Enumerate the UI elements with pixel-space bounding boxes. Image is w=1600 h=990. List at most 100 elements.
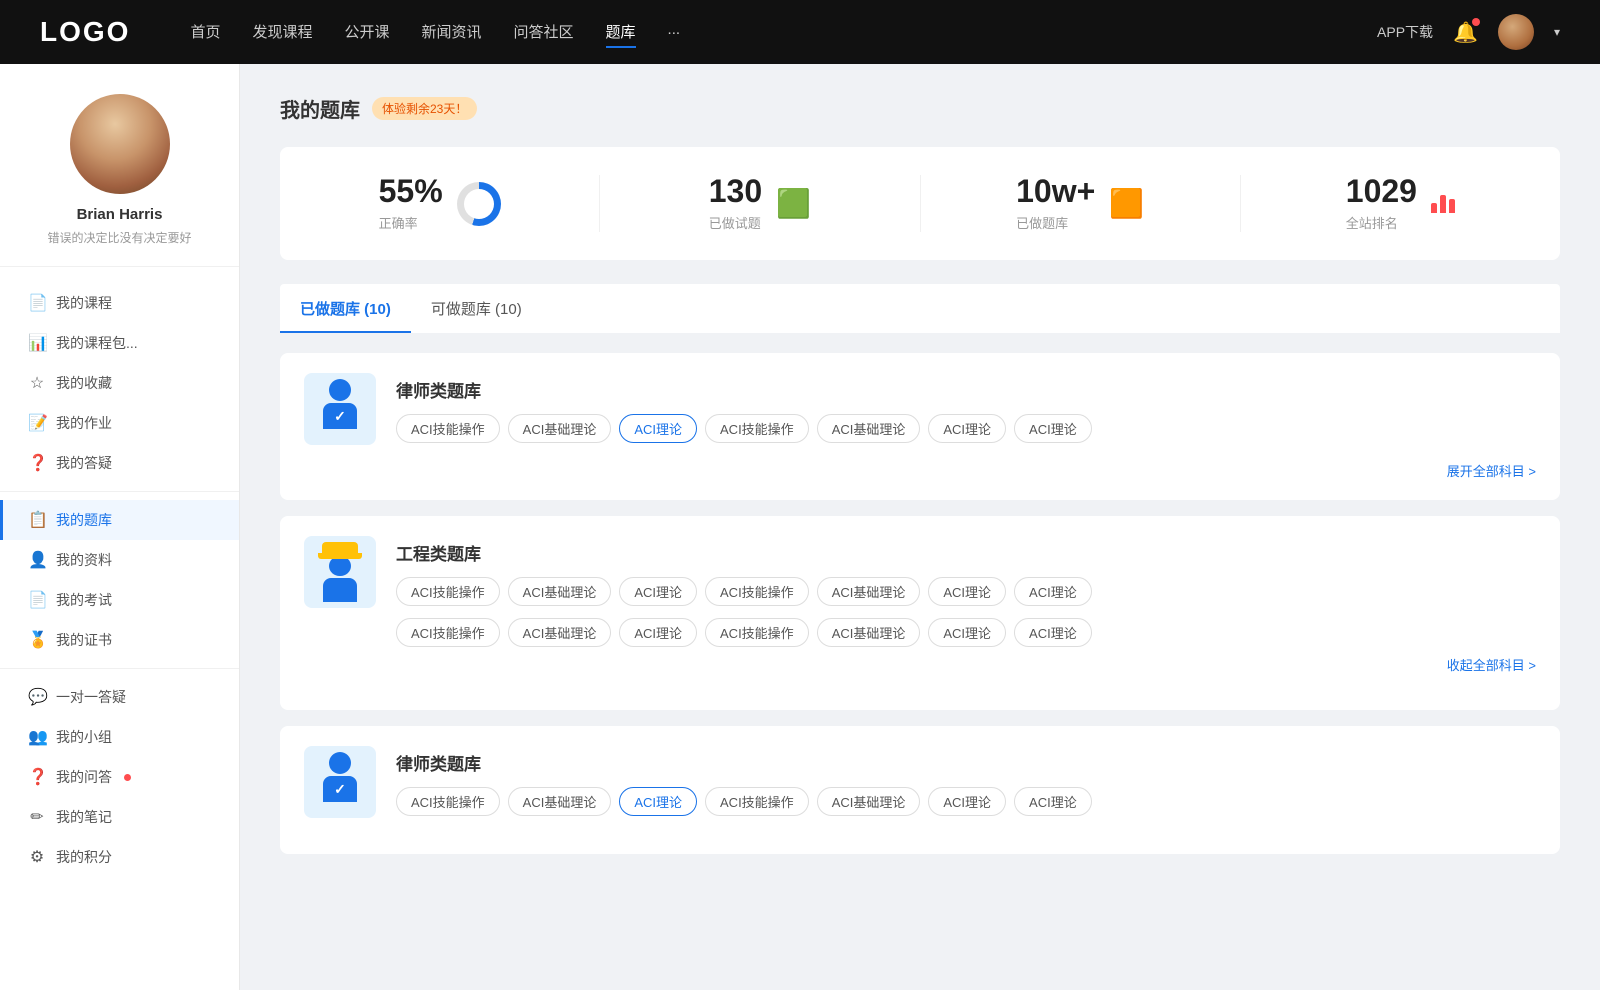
sidebar-item-group[interactable]: 👥 我的小组 — [0, 717, 239, 757]
notification-dot — [1472, 18, 1480, 26]
tag-e-6[interactable]: ACI理论 — [1014, 577, 1092, 606]
tag-e-11[interactable]: ACI基础理论 — [817, 618, 921, 647]
sidebar-item-label: 我的问答 — [56, 767, 112, 787]
nav-right: APP下载 🔔 ▾ — [1377, 14, 1560, 50]
sidebar-item-my-qa[interactable]: ❓ 我的问答 — [0, 757, 239, 797]
questions-icon: ❓ — [28, 453, 46, 473]
tag-e-7[interactable]: ACI技能操作 — [396, 618, 500, 647]
tag-e-5[interactable]: ACI理论 — [928, 577, 1006, 606]
tab-available[interactable]: 可做题库 (10) — [411, 284, 542, 333]
sidebar-item-label: 我的题库 — [56, 510, 112, 530]
qbank-card-2-icon — [304, 536, 376, 608]
sidebar-item-questions[interactable]: ❓ 我的答疑 — [0, 443, 239, 483]
qbank-card-1-title: 律师类题库 — [396, 373, 1092, 402]
tag-3-3[interactable]: ACI技能操作 — [705, 787, 809, 816]
tag-2-active[interactable]: ACI理论 — [619, 414, 697, 443]
chevron-down-icon[interactable]: ▾ — [1554, 25, 1560, 39]
tag-e-9[interactable]: ACI理论 — [619, 618, 697, 647]
sidebar-item-exam[interactable]: 📄 我的考试 — [0, 580, 239, 620]
engineer-hat-icon — [322, 542, 358, 555]
qbank-card-1-info: 律师类题库 ACI技能操作 ACI基础理论 ACI理论 ACI技能操作 ACI基… — [396, 373, 1092, 443]
notification-bell[interactable]: 🔔 — [1453, 20, 1478, 45]
qbank-card-2-info: 工程类题库 ACI技能操作 ACI基础理论 ACI理论 ACI技能操作 ACI基… — [396, 536, 1536, 674]
bar-3 — [1449, 199, 1455, 213]
qbank-card-2-header: 工程类题库 ACI技能操作 ACI基础理论 ACI理论 ACI技能操作 ACI基… — [304, 536, 1536, 674]
tag-e-2[interactable]: ACI理论 — [619, 577, 697, 606]
tag-5[interactable]: ACI理论 — [928, 414, 1006, 443]
tag-e-3[interactable]: ACI技能操作 — [705, 577, 809, 606]
sidebar-item-notes[interactable]: ✏ 我的笔记 — [0, 797, 239, 837]
nav-item-open[interactable]: 公开课 — [344, 17, 389, 48]
app-download-btn[interactable]: APP下载 — [1377, 22, 1433, 42]
tag-e-10[interactable]: ACI技能操作 — [705, 618, 809, 647]
profile-motto: 错误的决定比没有决定要好 — [47, 229, 191, 246]
tag-e-13[interactable]: ACI理论 — [1014, 618, 1092, 647]
tag-3-1[interactable]: ACI基础理论 — [508, 787, 612, 816]
divider-1 — [0, 491, 239, 492]
nav-item-news[interactable]: 新闻资讯 — [422, 17, 482, 48]
tag-3-4[interactable]: ACI基础理论 — [817, 787, 921, 816]
group-icon: 👥 — [28, 727, 46, 747]
tag-3-5[interactable]: ACI理论 — [928, 787, 1006, 816]
sidebar-item-homework[interactable]: 📝 我的作业 — [0, 403, 239, 443]
sidebar-item-label: 我的笔记 — [56, 807, 112, 827]
lawyer-check-icon: ✓ — [334, 408, 346, 425]
qbank-card-3: ✓ 律师类题库 ACI技能操作 ACI基础理论 ACI理论 ACI技能操作 AC… — [280, 726, 1560, 854]
sidebar: Brian Harris 错误的决定比没有决定要好 📄 我的课程 📊 我的课程包… — [0, 64, 240, 990]
sidebar-item-label: 我的资料 — [56, 550, 112, 570]
sidebar-item-qbank[interactable]: 📋 我的题库 — [0, 500, 239, 540]
nav-item-home[interactable]: 首页 — [190, 17, 220, 48]
tag-e-0[interactable]: ACI技能操作 — [396, 577, 500, 606]
sidebar-item-points[interactable]: ⚙ 我的积分 — [0, 837, 239, 877]
stat-label-questions: 已做试题 — [709, 213, 762, 232]
sidebar-item-profile[interactable]: 👤 我的资料 — [0, 540, 239, 580]
tag-3-2-active[interactable]: ACI理论 — [619, 787, 697, 816]
tag-e-1[interactable]: ACI基础理论 — [508, 577, 612, 606]
user-avatar[interactable] — [1498, 14, 1534, 50]
1on1-icon: 💬 — [28, 687, 46, 707]
courses-icon: 📄 — [28, 293, 46, 313]
lawyer2-icon: ✓ — [312, 752, 368, 812]
logo[interactable]: LOGO — [40, 16, 130, 48]
sidebar-item-label: 我的积分 — [56, 847, 112, 867]
tag-e-8[interactable]: ACI基础理论 — [508, 618, 612, 647]
qbank-card-2-title: 工程类题库 — [396, 536, 1536, 565]
engineer-icon-body — [323, 578, 357, 602]
stat-value-banks: 10w+ — [1016, 175, 1095, 207]
sidebar-item-1on1[interactable]: 💬 一对一答疑 — [0, 677, 239, 717]
stats-card: 55% 正确率 130 已做试题 🟩 10w+ 已做题库 🟧 — [280, 147, 1560, 260]
bars-container — [1431, 195, 1455, 213]
sidebar-item-favorites[interactable]: ☆ 我的收藏 — [0, 363, 239, 403]
sidebar-item-courses[interactable]: 📄 我的课程 — [0, 283, 239, 323]
qbank-card-1-expand[interactable]: 展开全部科目 > — [304, 461, 1536, 480]
tag-1[interactable]: ACI基础理论 — [508, 414, 612, 443]
sidebar-item-label: 我的考试 — [56, 590, 112, 610]
tag-e-4[interactable]: ACI基础理论 — [817, 577, 921, 606]
tag-3[interactable]: ACI技能操作 — [705, 414, 809, 443]
lawyer2-icon-head — [329, 752, 351, 774]
tag-0[interactable]: ACI技能操作 — [396, 414, 500, 443]
sidebar-item-certificate[interactable]: 🏅 我的证书 — [0, 620, 239, 660]
profile-avatar — [70, 94, 170, 194]
qbank-card-3-icon: ✓ — [304, 746, 376, 818]
tag-e-12[interactable]: ACI理论 — [928, 618, 1006, 647]
tag-4[interactable]: ACI基础理论 — [817, 414, 921, 443]
qbank-card-2-collapse[interactable]: 收起全部科目 > — [396, 655, 1536, 674]
lawyer-icon-head — [329, 379, 351, 401]
nav-item-more[interactable]: ... — [668, 17, 681, 48]
tag-6[interactable]: ACI理论 — [1014, 414, 1092, 443]
sidebar-item-course-package[interactable]: 📊 我的课程包... — [0, 323, 239, 363]
nav-item-discover[interactable]: 发现课程 — [252, 17, 312, 48]
tag-3-6[interactable]: ACI理论 — [1014, 787, 1092, 816]
stat-label-banks: 已做题库 — [1016, 213, 1095, 232]
stat-accuracy: 55% 正确率 — [280, 175, 600, 232]
nav-item-qbank[interactable]: 题库 — [606, 17, 636, 48]
nav-item-qa[interactable]: 问答社区 — [514, 17, 574, 48]
qa-notification-dot — [124, 774, 131, 781]
tag-3-0[interactable]: ACI技能操作 — [396, 787, 500, 816]
tab-done[interactable]: 已做题库 (10) — [280, 284, 411, 333]
stat-questions-done: 130 已做试题 🟩 — [600, 175, 920, 232]
profile-name: Brian Harris — [77, 206, 163, 223]
stat-banks-text: 10w+ 已做题库 — [1016, 175, 1095, 232]
lawyer-icon: ✓ — [312, 379, 368, 439]
